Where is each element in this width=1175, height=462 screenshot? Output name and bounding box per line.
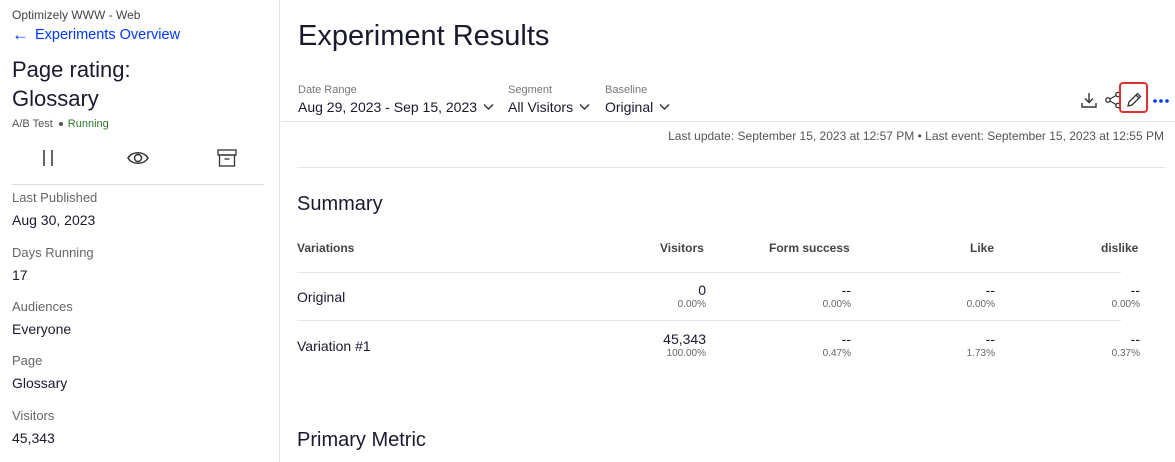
section-divider [297, 167, 1165, 168]
visitors-cell: 0 0.00% [606, 282, 706, 310]
like-value: -- [985, 331, 995, 347]
like-pct: 0.00% [966, 299, 995, 310]
chevron-down-icon [579, 104, 590, 110]
experiment-type-status: A/B Test Running [12, 118, 109, 130]
variation-name: Variation #1 [297, 338, 371, 354]
experiment-title-line1: Page rating: [12, 57, 131, 82]
experiment-title-line2: Glossary [12, 86, 99, 111]
experiment-actions [12, 142, 264, 185]
back-to-experiments-link[interactable]: ← Experiments Overview [12, 26, 180, 43]
archive-button[interactable] [212, 146, 242, 170]
header-divider [281, 121, 1175, 122]
visitors-pct: 100.00% [666, 348, 706, 359]
sidebar: Optimizely WWW - Web ← Experiments Overv… [0, 0, 280, 462]
last-published-value: Aug 30, 2023 [12, 212, 96, 228]
audiences-label: Audiences [12, 299, 73, 314]
primary-metric-heading: Primary Metric [297, 429, 426, 451]
date-range-dropdown[interactable]: Aug 29, 2023 - Sep 15, 2023 [298, 99, 494, 115]
dislike-cell: -- 0.37% [1040, 331, 1140, 359]
segment-filter[interactable]: Segment All Visitors [508, 84, 590, 115]
page-title: Experiment Results [298, 20, 550, 52]
date-range-label: Date Range [298, 84, 357, 96]
form-success-cell: -- 0.47% [751, 331, 851, 359]
col-header-dislike: dislike [1101, 241, 1139, 255]
page-label: Page [12, 353, 43, 368]
segment-dropdown[interactable]: All Visitors [508, 99, 590, 115]
more-options-button[interactable] [1150, 89, 1172, 111]
baseline-dropdown[interactable]: Original [605, 99, 670, 115]
download-icon [1081, 93, 1097, 108]
col-header-variations: Variations [297, 241, 355, 255]
like-value: -- [985, 282, 995, 298]
experiment-title: Page rating: Glossary [12, 55, 262, 113]
baseline-filter[interactable]: Baseline Original [605, 84, 670, 115]
main-content: Experiment Results Date Range Aug 29, 20… [281, 0, 1175, 462]
edit-button[interactable] [1123, 89, 1145, 111]
page-value: Glossary [12, 375, 68, 391]
preview-button[interactable] [123, 146, 153, 170]
download-button[interactable] [1078, 89, 1100, 111]
chevron-down-icon [483, 104, 494, 110]
baseline-value: Original [605, 99, 654, 115]
table-header-divider [297, 272, 1121, 273]
dislike-pct: 0.37% [1111, 348, 1140, 359]
date-range-value: Aug 29, 2023 - Sep 15, 2023 [298, 99, 478, 115]
form-success-pct: 0.47% [822, 348, 851, 359]
col-header-visitors: Visitors [660, 241, 704, 255]
col-header-form-success: Form success [769, 241, 850, 255]
more-icon [1153, 99, 1169, 103]
segment-value: All Visitors [508, 99, 574, 115]
days-running-label: Days Running [12, 245, 94, 260]
experiment-type: A/B Test [12, 118, 53, 130]
dislike-cell: -- 0.00% [1040, 282, 1140, 310]
segment-label: Segment [508, 84, 553, 96]
like-pct: 1.73% [966, 348, 995, 359]
summary-heading: Summary [297, 193, 383, 215]
dislike-pct: 0.00% [1111, 299, 1140, 310]
like-cell: -- 0.00% [895, 282, 995, 310]
back-link-label: Experiments Overview [35, 26, 181, 43]
variation-name: Original [297, 289, 346, 305]
visitors-pct: 0.00% [677, 299, 706, 310]
form-success-cell: -- 0.00% [751, 282, 851, 310]
audiences-value: Everyone [12, 321, 72, 337]
visitors-count: 45,343 [663, 331, 706, 347]
edit-pencil-icon [1127, 92, 1142, 107]
archive-icon [217, 149, 237, 167]
like-cell: -- 1.73% [895, 331, 995, 359]
chevron-down-icon [659, 104, 670, 110]
pause-button[interactable] [33, 146, 63, 170]
pause-icon [43, 150, 53, 166]
dislike-value: -- [1130, 331, 1140, 347]
baseline-label: Baseline [605, 84, 648, 96]
form-success-pct: 0.00% [822, 299, 851, 310]
dislike-value: -- [1130, 282, 1140, 298]
form-success-value: -- [841, 331, 851, 347]
project-name: Optimizely WWW - Web [12, 8, 141, 22]
last-published-label: Last Published [12, 190, 98, 205]
preview-eye-icon [127, 152, 149, 164]
visitors-cell: 45,343 100.00% [606, 331, 706, 359]
table-row-divider [297, 320, 1121, 321]
col-header-like: Like [970, 241, 995, 255]
arrow-left-icon: ← [12, 25, 29, 44]
visitors-label: Visitors [12, 408, 55, 423]
status-badge: Running [67, 118, 109, 130]
date-range-filter[interactable]: Date Range Aug 29, 2023 - Sep 15, 2023 [298, 84, 494, 115]
form-success-value: -- [841, 282, 851, 298]
last-update-text: Last update: September 15, 2023 at 12:57… [668, 129, 1164, 143]
status-dot-icon [58, 122, 63, 126]
visitors-count: 0 [698, 282, 706, 298]
days-running-value: 17 [12, 267, 28, 283]
visitors-value: 45,343 [12, 430, 55, 446]
